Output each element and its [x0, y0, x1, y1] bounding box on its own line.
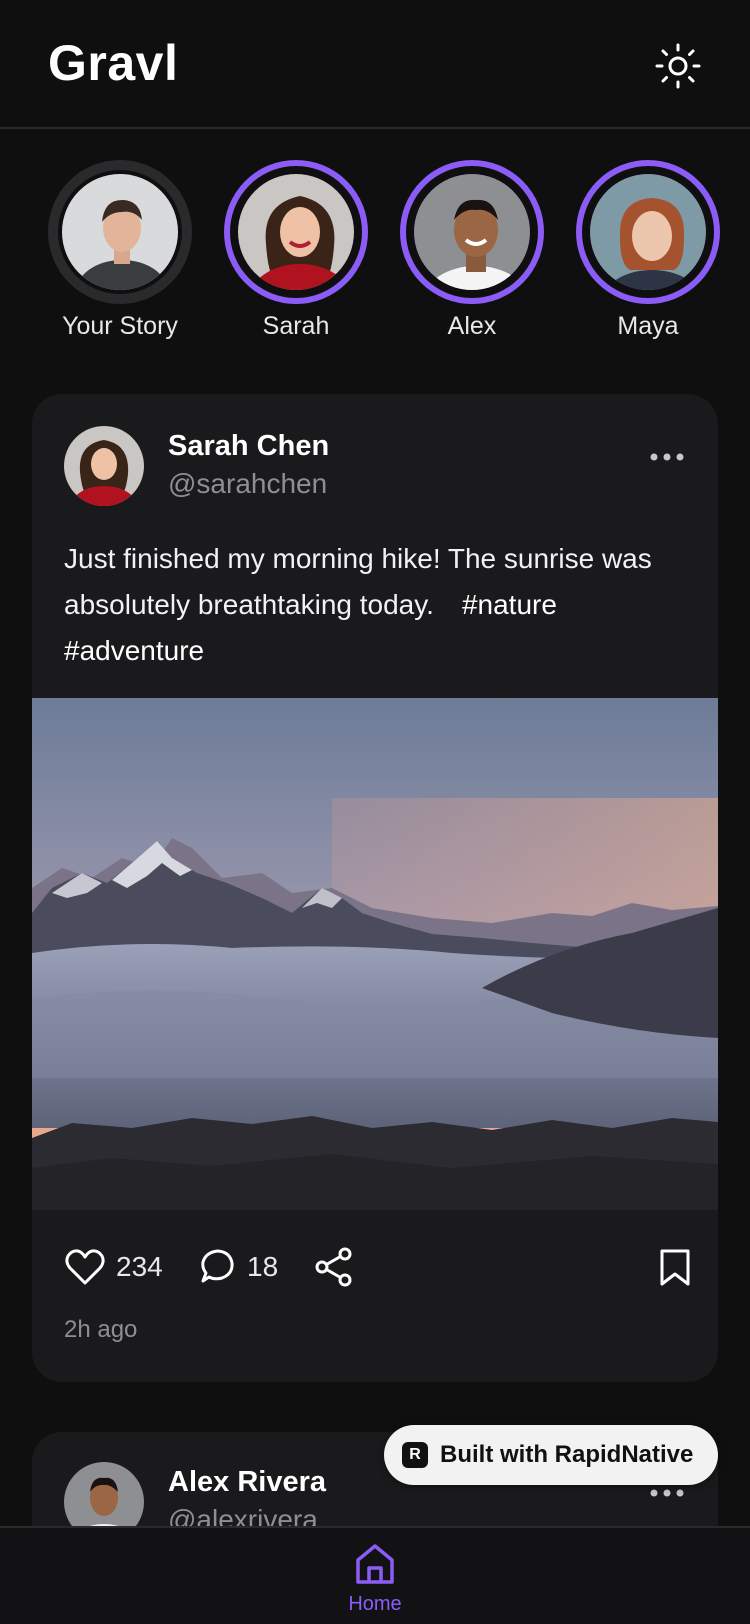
post-actions: 234 18 — [64, 1242, 694, 1292]
story-maya[interactable]: Maya — [573, 160, 723, 341]
avatar[interactable] — [64, 426, 144, 506]
story-name: Your Story — [62, 312, 178, 340]
post-text: Just finished my morning hike! The sunri… — [64, 536, 694, 674]
nav-home-tab[interactable]: Home — [340, 1542, 410, 1624]
comment-button[interactable]: 18 — [197, 1242, 278, 1292]
more-horizontal-icon — [650, 1489, 684, 1497]
heart-icon — [65, 1249, 105, 1285]
hashtag-link[interactable]: #adventure — [64, 635, 204, 666]
post-timestamp: 2h ago — [64, 1316, 138, 1343]
post-author-name[interactable]: Alex Rivera — [168, 1466, 326, 1499]
story-name: Maya — [617, 312, 679, 340]
share-icon — [315, 1247, 352, 1287]
story-name: Alex — [447, 312, 497, 340]
story-your-story[interactable]: Your Story — [45, 160, 195, 341]
nav-home-label: Home — [348, 1593, 402, 1615]
post-author-name[interactable]: Sarah Chen — [168, 430, 329, 463]
avatar — [586, 170, 710, 294]
badge-label: Built with RapidNative — [440, 1441, 694, 1468]
bookmark-icon — [660, 1249, 690, 1286]
story-ring — [224, 160, 368, 304]
theme-toggle-button[interactable] — [650, 38, 706, 94]
app-header: Gravl — [0, 0, 750, 129]
built-with-badge[interactable]: R Built with RapidNative — [384, 1425, 718, 1485]
story-alex[interactable]: Alex — [397, 160, 547, 341]
stories-row: Your Story Sarah Alex Maya — [0, 160, 750, 350]
story-name: Sarah — [262, 312, 330, 340]
comment-count: 18 — [247, 1251, 279, 1282]
share-button[interactable] — [314, 1242, 354, 1292]
bookmark-button[interactable] — [658, 1242, 692, 1292]
post-text-line: Just finished my morning hike! The sunri… — [64, 543, 652, 574]
like-button[interactable]: 234 — [64, 1242, 163, 1292]
post-author-handle: @sarahchen — [168, 468, 328, 499]
story-ring — [576, 160, 720, 304]
story-sarah[interactable]: Sarah — [221, 160, 371, 341]
home-icon — [356, 1544, 394, 1584]
more-options-button[interactable] — [642, 442, 692, 472]
post-card: Sarah Chen @sarahchen Just finished my m… — [32, 394, 718, 1382]
app-title: Gravl — [48, 35, 179, 91]
hashtag-link[interactable]: #nature — [462, 589, 557, 620]
sun-icon — [655, 43, 701, 89]
avatar — [410, 170, 534, 294]
avatar — [60, 172, 180, 292]
bottom-nav: Home — [0, 1526, 750, 1624]
story-ring — [400, 160, 544, 304]
post-image[interactable] — [32, 698, 718, 1210]
rapidnative-logo-icon: R — [402, 1442, 428, 1468]
more-horizontal-icon — [650, 453, 684, 461]
comment-icon — [201, 1249, 234, 1283]
avatar — [234, 170, 358, 294]
story-ring — [48, 160, 192, 304]
like-count: 234 — [116, 1251, 163, 1282]
post-text-line: absolutely breathtaking today. — [64, 589, 434, 620]
